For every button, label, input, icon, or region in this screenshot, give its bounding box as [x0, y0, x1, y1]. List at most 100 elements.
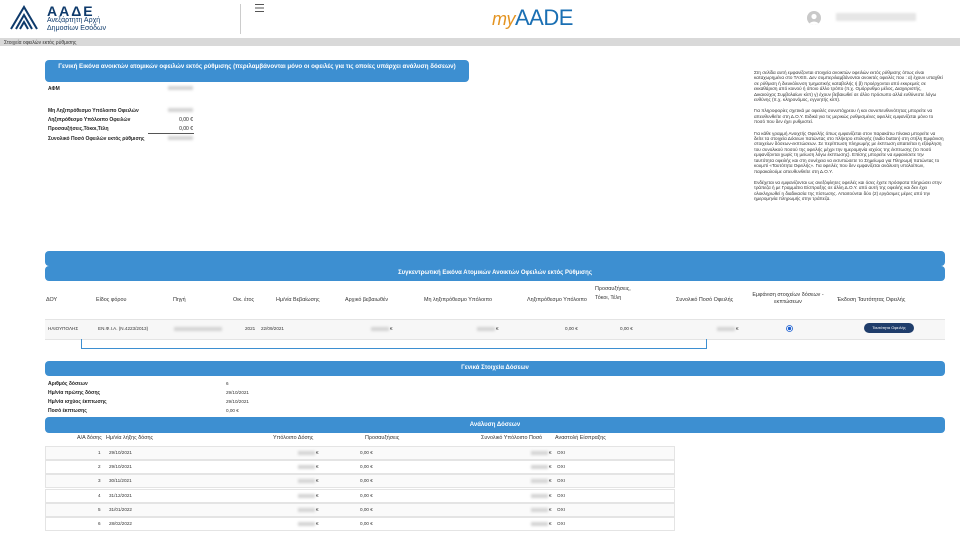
row-surcharges: 0,00 €: [620, 326, 633, 331]
col-installment-no: Α/Α δόσης: [77, 435, 102, 441]
overdue-label: Ληξιπρόθεσμο Υπόλοιπο Οφειλών: [48, 117, 131, 123]
summary-spacer-bar: [45, 251, 945, 266]
breadcrumb: Στοιχεία οφειλών εκτός ρύθμισης: [4, 40, 77, 46]
installment-suspension: ΟΧΙ: [557, 506, 565, 512]
row-initial-unit: €: [390, 326, 393, 331]
installment-surcharges: 0,00 €: [360, 506, 373, 512]
non-overdue-label: Μη Ληξιπρόθεσμο Υπόλοιπο Οφειλών: [48, 108, 139, 114]
col-tax-type: Είδος φόρου: [96, 297, 127, 303]
row-fiscal-year: 2021: [245, 326, 256, 331]
logo-subtitle: Ανεξάρτητη Αρχή Δημοσίων Εσόδων: [47, 17, 107, 32]
installment-balance-blur: [298, 507, 315, 512]
installment-date: 29/10/2021: [109, 464, 132, 470]
installment-total-blur: [531, 479, 548, 484]
info-paragraph: Ενδέχεται να εμφανίζονται ως ανεξόφλητες…: [754, 179, 942, 202]
installment-total-unit: €: [549, 464, 552, 470]
col-suspension: Αναστολή Είσπραξης: [555, 435, 606, 441]
installment-no: 6: [98, 521, 101, 526]
discount-amount-value: 0,00 €: [226, 408, 239, 413]
installment-total-unit: €: [549, 506, 552, 512]
total-debt-value: [168, 136, 193, 140]
hamburger-icon[interactable]: [255, 4, 264, 12]
row-cert-date: 22/09/2021: [261, 326, 284, 331]
installment-total-blur: [531, 465, 548, 470]
installment-suspension: ΟΧΙ: [557, 521, 565, 526]
row-total-unit: €: [736, 326, 739, 331]
installment-date: 28/02/2022: [109, 521, 132, 526]
col-overdue: Ληξιπρόθεσμο Υπόλοιπο: [527, 297, 587, 303]
info-text: Στη σελίδα αυτή εμφανίζονται στοιχεία αν…: [754, 70, 944, 208]
installment-no: 3: [98, 478, 101, 484]
installment-balance-blur: [298, 479, 315, 484]
surcharges-value: 0,00 €: [179, 126, 193, 132]
col-initial: Αρχικό βεβαιωθέν: [345, 297, 389, 303]
row-overdue: 0,00 €: [565, 326, 578, 331]
installment-surcharges: 0,00 €: [360, 450, 373, 455]
surcharges-label: Προσαυξήσεις,Τόκοι,Τέλη: [48, 126, 109, 132]
installment-suspension: ΟΧΙ: [557, 478, 565, 484]
installment-no: 4: [98, 492, 101, 498]
installment-balance-unit: €: [316, 464, 319, 470]
non-overdue-value: [168, 108, 193, 112]
first-installment-label: Ημ/νία πρώτης δόσης: [48, 390, 101, 396]
installment-balance-unit: €: [316, 492, 319, 498]
row-source: [174, 327, 222, 331]
installment-date: 30/11/2021: [109, 478, 132, 484]
installment-balance-blur: [298, 451, 315, 455]
discount-validity-value: 29/10/2021: [226, 399, 249, 404]
installment-surcharges: 0,00 €: [360, 521, 373, 526]
top-header: ΑΑΔΕ Ανεξάρτητη Αρχή Δημοσίων Εσόδων myA…: [0, 0, 960, 38]
installment-surcharges: 0,00 €: [360, 478, 373, 484]
brand-my: my: [492, 9, 516, 29]
row-initial-blur: [371, 327, 389, 331]
installments-title: Γενικά Στοιχεία Δόσεων: [45, 361, 945, 376]
installment-date: 29/10/2021: [109, 450, 132, 455]
discount-validity-label: Ημ/νία ισχύος έκπτωσης: [48, 399, 107, 405]
installment-total-blur: [531, 493, 548, 498]
col-non-overdue: Μη ληξιπρόθεσμο Υπόλοιπο: [424, 297, 492, 303]
row-non-overdue-blur: [477, 327, 495, 331]
installment-surcharges: 0,00 €: [360, 492, 373, 498]
total-debt-label: Συνολικό Ποσό Οφειλών εκτός ρύθμισης: [48, 136, 145, 142]
installment-suspension: ΟΧΙ: [557, 492, 565, 498]
brand-main: AADE: [515, 5, 573, 30]
aade-logo-icon: [10, 5, 38, 30]
afm-label: ΑΦΜ: [48, 86, 60, 92]
row-dou: ΗΛΙΟΥΠΟΛΗΣ: [48, 326, 79, 331]
installment-total-unit: €: [549, 492, 552, 498]
col-total: Συνολικό Ποσό Οφειλής: [676, 297, 734, 303]
analysis-title: Ανάλυση Δόσεων: [45, 417, 945, 433]
afm-value: [168, 86, 193, 90]
installment-total-unit: €: [549, 478, 552, 484]
summary-title: Συγκεντρωτική Εικόνα Ατομικών Ανοικτών Ο…: [45, 266, 945, 281]
installments-count-label: Αριθμός δόσεων: [48, 381, 88, 387]
detail-connector: [81, 339, 707, 349]
header-divider: [240, 4, 241, 34]
installment-balance-unit: €: [316, 521, 319, 526]
installment-surcharges: 0,00 €: [360, 464, 373, 470]
installment-date: 31/12/2021: [109, 492, 132, 498]
installment-total-unit: €: [549, 450, 552, 455]
installments-count-value: 6: [226, 381, 229, 386]
col-balance: Υπόλοιπο Δόσης: [273, 435, 314, 441]
installment-balance-unit: €: [316, 506, 319, 512]
info-paragraph: Για κάθε γραμμή Ανοιχτής Οφειλής όπως εμ…: [754, 130, 944, 174]
installment-balance-blur: [298, 493, 315, 498]
row-tax-type: ΕΝ.Φ.Ι.Α. (Ν.4223/2013): [98, 326, 149, 331]
installment-total-unit: €: [549, 521, 552, 526]
installment-date: 31/01/2022: [109, 506, 132, 512]
col-surcharges: Προσαυξήσεις, Τόκοι, Τέλη: [595, 286, 631, 301]
installment-no: 2: [98, 464, 101, 470]
user-name[interactable]: [836, 13, 916, 21]
myaade-brand[interactable]: myAADE: [492, 5, 573, 31]
overview-title: Γενική Εικόνα ανοικτών ατομικών οφειλών …: [45, 60, 469, 82]
installment-suspension: ΟΧΙ: [557, 450, 565, 455]
discount-amount-label: Ποσό έκπτωσης: [48, 408, 87, 414]
col-fiscal-year: Οικ. έτος: [233, 297, 255, 303]
debt-id-button[interactable]: Ταυτότητα Οφειλής: [864, 323, 914, 333]
installment-total-blur: [531, 522, 548, 526]
installment-total-blur: [531, 451, 548, 455]
show-installments-radio[interactable]: [786, 325, 793, 332]
installment-balance-blur: [298, 522, 315, 526]
user-avatar-icon[interactable]: [807, 11, 821, 25]
